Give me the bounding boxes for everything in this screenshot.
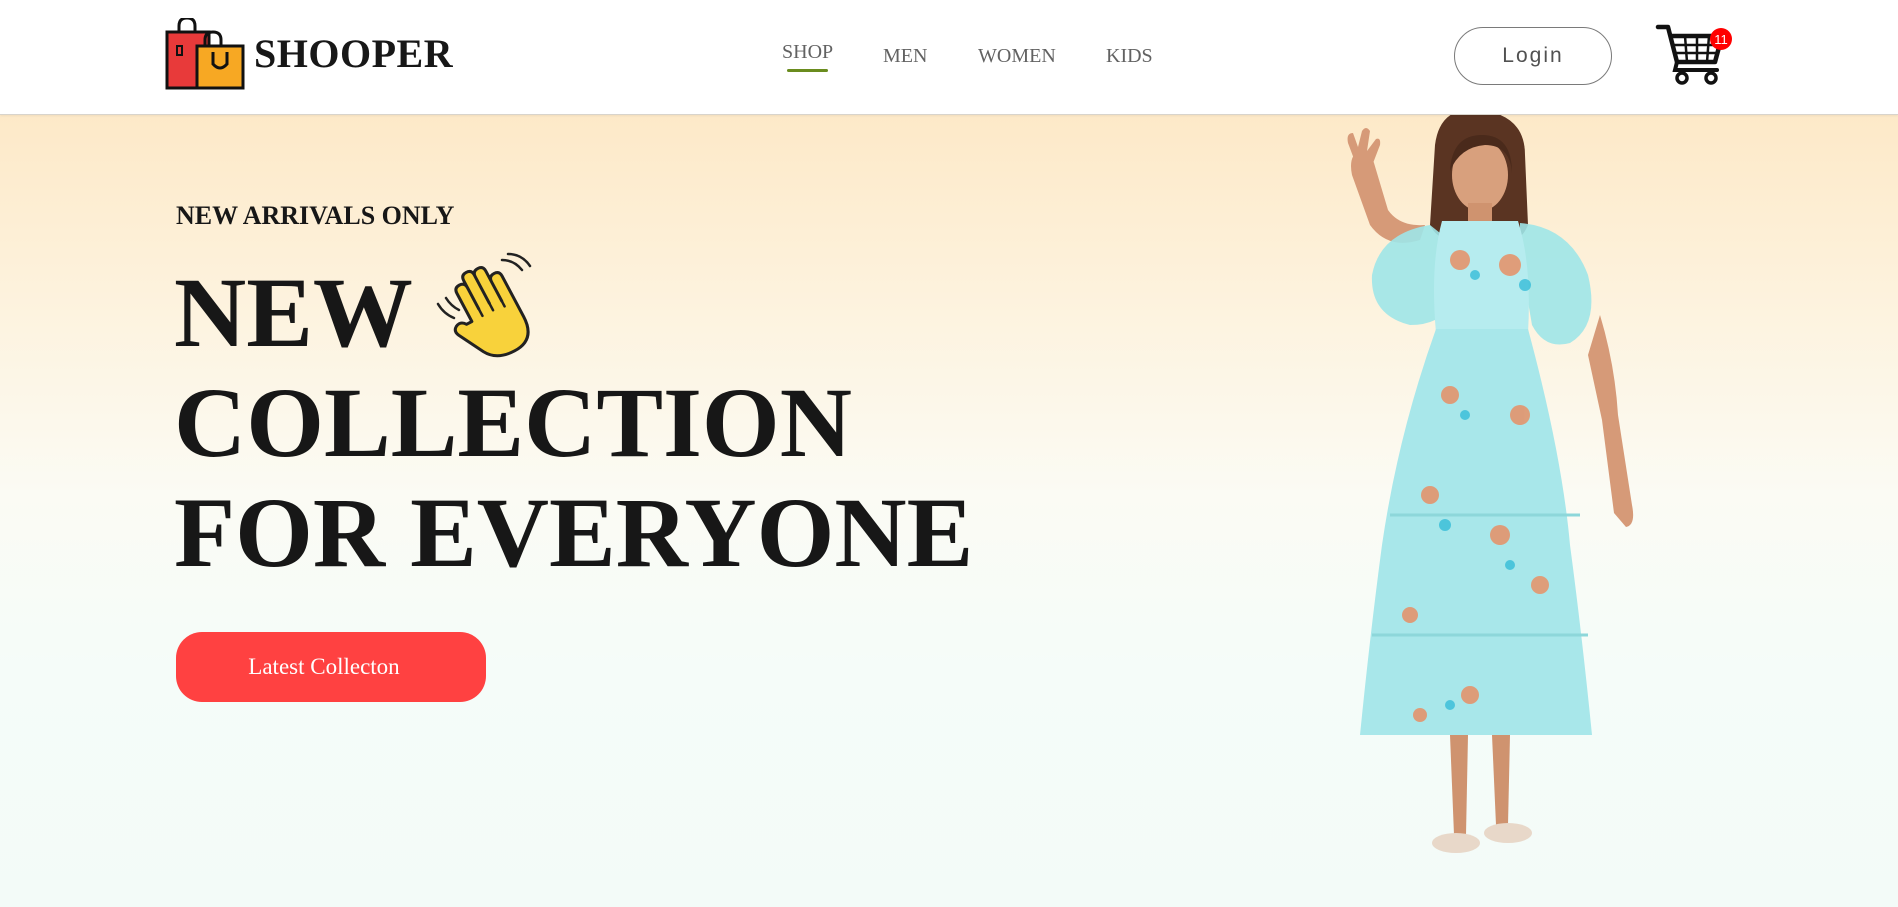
cart-button[interactable]: 11 xyxy=(1655,22,1735,86)
navbar: SHOOPER SHOP MEN WOMEN KIDS Login 11 xyxy=(0,0,1898,115)
nav-item-kids[interactable]: KIDS xyxy=(1106,45,1153,68)
shopping-bags-icon[interactable] xyxy=(165,18,245,90)
nav-item-shop[interactable]: SHOP xyxy=(782,41,833,64)
brand-name[interactable]: SHOOPER xyxy=(254,30,453,77)
hero-headline-line1: NEW xyxy=(174,257,413,368)
latest-collection-button[interactable]: Latest Collecton xyxy=(176,632,486,702)
nav-item-women[interactable]: WOMEN xyxy=(978,45,1056,68)
nav-active-indicator xyxy=(787,69,828,72)
nav-item-men[interactable]: MEN xyxy=(883,45,927,68)
login-button[interactable]: Login xyxy=(1454,27,1612,85)
waving-hand-icon xyxy=(436,252,532,358)
hero-section: NEW ARRIVALS ONLY NEW COLLECTION FOR EVE… xyxy=(0,115,1898,907)
hero-model-image xyxy=(1347,115,1634,853)
hero-eyebrow: NEW ARRIVALS ONLY xyxy=(176,201,455,230)
hero-headline-line2: COLLECTION xyxy=(174,367,852,478)
cart-count-badge: 11 xyxy=(1710,28,1732,50)
hero-headline-line3: FOR EVERYONE xyxy=(174,477,974,588)
